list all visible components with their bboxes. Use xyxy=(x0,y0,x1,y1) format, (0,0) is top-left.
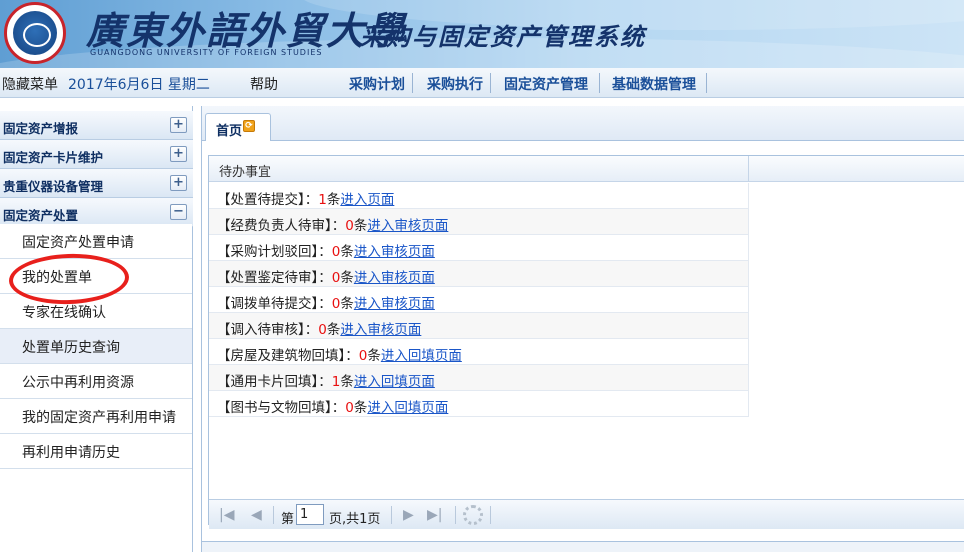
row-unit: 条 xyxy=(340,244,354,260)
grid-header: 待办事宜 xyxy=(209,156,964,182)
sidebar-section-label: 固定资产卡片维护 xyxy=(3,150,104,165)
pager-divider xyxy=(490,506,491,524)
row-link[interactable]: 进入回填页面 xyxy=(381,348,462,364)
nav-basic-data-management[interactable]: 基础数据管理 xyxy=(612,74,696,94)
row-label: 【采购计划驳回】： xyxy=(217,244,332,260)
row-link[interactable]: 进入审核页面 xyxy=(340,322,421,338)
row-unit: 条 xyxy=(340,270,354,286)
sidebar-item-disposal-history[interactable]: 处置单历史查询 xyxy=(0,329,192,364)
menu-bar: 隐藏菜单 2017年6月6日 星期二 帮助 采购计划 采购执行 固定资产管理 基… xyxy=(0,68,964,98)
sidebar-section-card-maintenance[interactable]: 固定资产卡片维护 + xyxy=(0,140,193,169)
row-label: 【处置鉴定待审】： xyxy=(217,270,332,286)
nav-purchase-execution[interactable]: 采购执行 xyxy=(427,74,483,94)
row-unit: 条 xyxy=(353,400,368,416)
table-row: 【图书与文物回填】：0条进入回填页面 xyxy=(209,391,749,417)
pager-divider xyxy=(455,506,456,524)
expand-icon[interactable]: + xyxy=(170,117,187,133)
nav-divider xyxy=(490,73,491,93)
page-prefix: 第 xyxy=(281,512,295,527)
help-menu[interactable]: 帮助 xyxy=(250,74,278,94)
row-unit: 条 xyxy=(367,348,381,364)
tab-bar: 首页 ⟳ xyxy=(201,106,964,141)
row-count: 0 xyxy=(318,322,327,338)
sidebar-section-asset-disposal[interactable]: 固定资产处置 − xyxy=(0,198,193,227)
table-row: 【调拨单待提交】：0条进入审核页面 xyxy=(209,287,749,313)
row-label: 【处置待提交】： xyxy=(217,192,319,208)
row-unit: 条 xyxy=(340,296,354,312)
table-row: 【经费负责人待审】：0条进入审核页面 xyxy=(209,209,749,235)
sidebar: 固定资产增报 + 固定资产卡片维护 + 贵重仪器设备管理 + 固定资产处置 − … xyxy=(0,106,193,552)
pager-divider xyxy=(273,506,274,524)
table-row: 【处置鉴定待审】：0条进入审核页面 xyxy=(209,261,749,287)
collapse-icon[interactable]: − xyxy=(170,204,187,220)
row-unit: 条 xyxy=(326,322,341,338)
refresh-icon[interactable]: ⟳ xyxy=(243,120,256,132)
row-link[interactable]: 进入审核页面 xyxy=(354,270,435,286)
row-label: 【通用卡片回填】： xyxy=(217,374,332,390)
row-unit: 条 xyxy=(340,374,354,390)
table-row: 【采购计划驳回】：0条进入审核页面 xyxy=(209,235,749,261)
hide-menu-button[interactable]: 隐藏菜单 xyxy=(2,74,58,94)
table-row: 【调入待审核】：0条进入审核页面 xyxy=(209,313,749,339)
row-label: 【房屋及建筑物回填】： xyxy=(217,348,359,364)
nav-divider xyxy=(412,73,413,93)
sidebar-item-public-reuse-resources[interactable]: 公示中再利用资源 xyxy=(0,364,192,399)
table-row: 【房屋及建筑物回填】：0条进入回填页面 xyxy=(209,339,749,365)
sidebar-section-label: 固定资产处置 xyxy=(3,208,79,223)
row-label: 【调拨单待提交】： xyxy=(217,296,332,312)
first-page-icon[interactable]: |◀ xyxy=(219,507,234,523)
row-link[interactable]: 进入审核页面 xyxy=(354,296,435,312)
university-logo-icon xyxy=(4,2,66,64)
pagination-bar: |◀ ◀ 第 1 页,共1页 ▶ ▶| xyxy=(209,499,964,529)
row-link[interactable]: 进入审核页面 xyxy=(354,244,435,260)
row-link[interactable]: 进入回填页面 xyxy=(367,400,448,416)
sidebar-section-valuable-equipment[interactable]: 贵重仪器设备管理 + xyxy=(0,169,193,198)
loading-gear-icon[interactable] xyxy=(463,505,483,525)
nav-divider xyxy=(706,73,707,93)
current-date: 2017年6月6日 星期二 xyxy=(68,77,210,93)
system-name: 采购与固定资产管理系统 xyxy=(360,22,646,51)
pager-divider xyxy=(391,506,392,524)
tab-home[interactable]: 首页 ⟳ xyxy=(205,113,271,141)
sidebar-item-my-reuse-application[interactable]: 我的固定资产再利用申请 xyxy=(0,399,192,434)
expand-icon[interactable]: + xyxy=(170,175,187,191)
page-suffix: 页,共1页 xyxy=(329,512,381,527)
nav-divider xyxy=(599,73,600,93)
tab-label: 首页 xyxy=(216,124,243,139)
row-unit: 条 xyxy=(353,218,368,234)
table-row: 【处置待提交】：1条进入页面 xyxy=(209,183,749,209)
sidebar-section-label: 固定资产增报 xyxy=(3,121,79,136)
content-panel: 待办事宜 【处置待提交】：1条进入页面 【经费负责人待审】：0条进入审核页面 【… xyxy=(201,141,964,552)
row-link[interactable]: 进入页面 xyxy=(340,192,394,208)
row-count: 0 xyxy=(345,218,354,234)
nav-purchase-plan[interactable]: 采购计划 xyxy=(349,74,405,94)
row-unit: 条 xyxy=(326,192,341,208)
row-link[interactable]: 进入回填页面 xyxy=(354,374,435,390)
row-label: 【经费负责人待审】： xyxy=(217,218,346,234)
page-number-input[interactable]: 1 xyxy=(296,504,324,525)
sidebar-item-reuse-history[interactable]: 再利用申请历史 xyxy=(0,434,192,469)
row-count: 1 xyxy=(318,192,327,208)
school-name-en: GUANGDONG UNIVERSITY OF FOREIGN STUDIES xyxy=(90,48,323,57)
prev-page-icon[interactable]: ◀ xyxy=(251,507,262,523)
nav-fixed-asset-management[interactable]: 固定资产管理 xyxy=(504,74,588,94)
bottom-panel-edge xyxy=(202,541,964,552)
row-label: 【调入待审核】： xyxy=(217,322,319,338)
sidebar-section-label: 贵重仪器设备管理 xyxy=(3,179,104,194)
sidebar-item-disposal-application[interactable]: 固定资产处置申请 xyxy=(0,224,192,259)
expand-icon[interactable]: + xyxy=(170,146,187,162)
last-page-icon[interactable]: ▶| xyxy=(427,507,442,523)
todo-grid: 待办事宜 【处置待提交】：1条进入页面 【经费负责人待审】：0条进入审核页面 【… xyxy=(208,155,964,529)
row-count: 0 xyxy=(345,400,354,416)
table-row: 【通用卡片回填】：1条进入回填页面 xyxy=(209,365,749,391)
header-banner: 廣東外語外貿大學 GUANGDONG UNIVERSITY OF FOREIGN… xyxy=(0,0,964,68)
row-label: 【图书与文物回填】： xyxy=(217,400,346,416)
column-header-todo: 待办事宜 xyxy=(209,156,749,182)
sidebar-section-asset-addition[interactable]: 固定资产增报 + xyxy=(0,111,193,140)
next-page-icon[interactable]: ▶ xyxy=(403,507,414,523)
school-name: 廣東外語外貿大學 xyxy=(86,8,407,53)
row-link[interactable]: 进入审核页面 xyxy=(367,218,448,234)
